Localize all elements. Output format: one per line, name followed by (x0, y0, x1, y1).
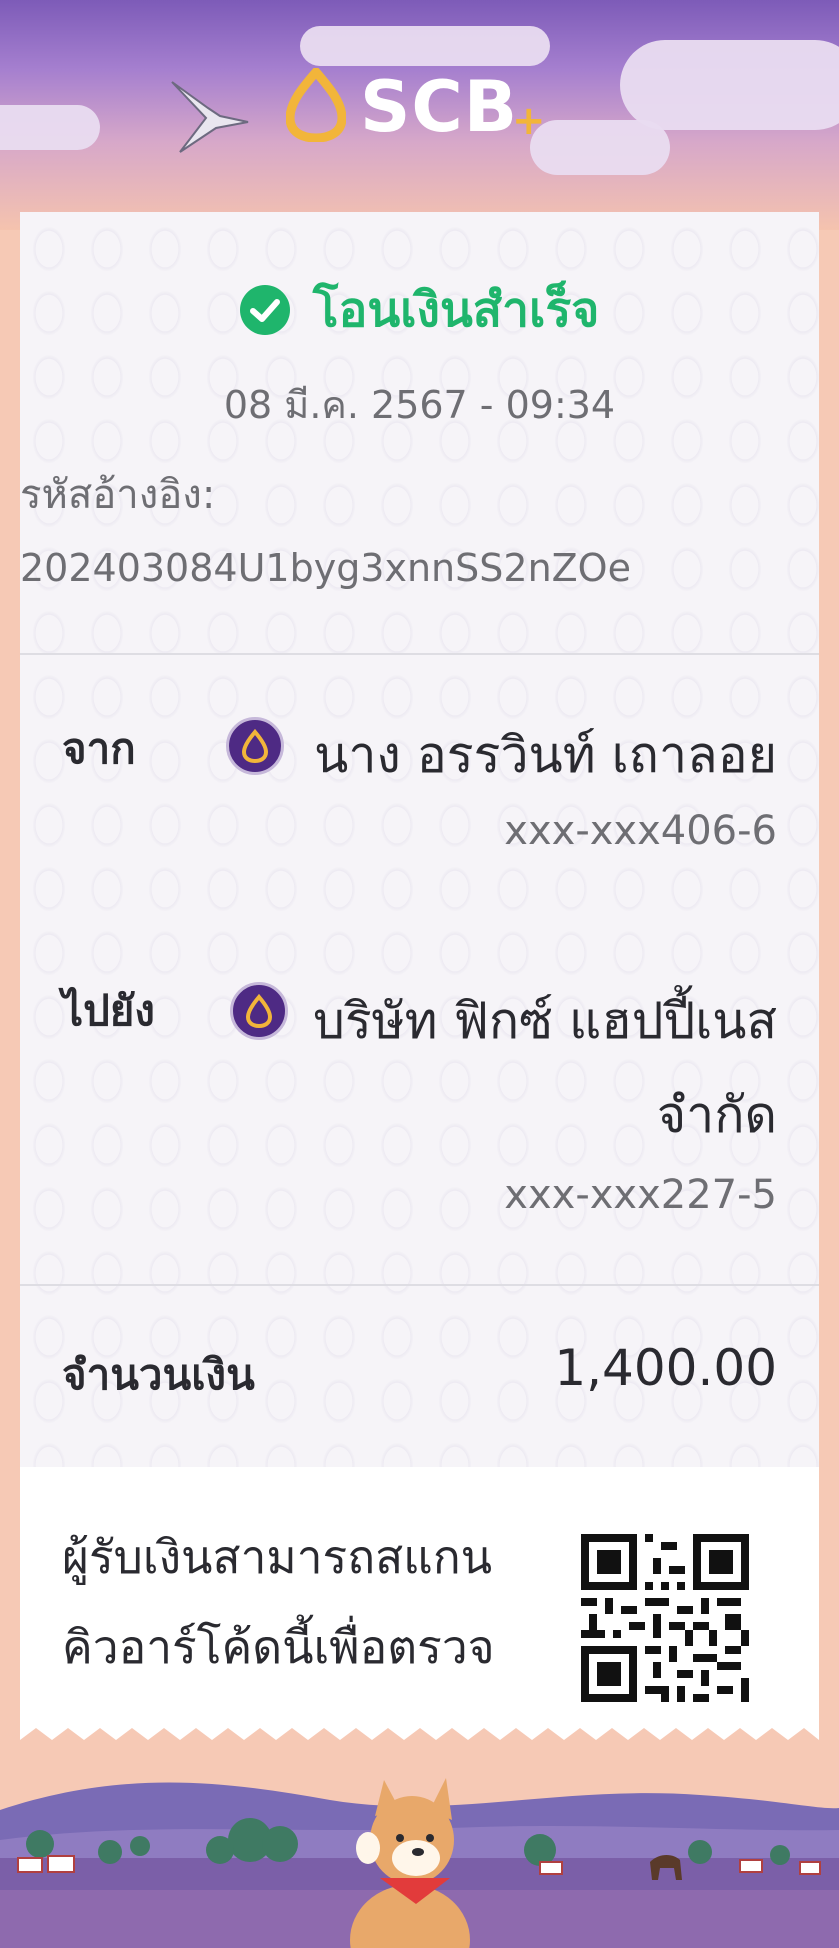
amount-value: 1,400.00 (554, 1339, 777, 1397)
reference-label: รหัสอ้างอิง: (20, 472, 216, 518)
qr-note-line1: ผู้รับเงินสามารถสแกน (62, 1530, 493, 1584)
scb-logo: SCB + (280, 62, 570, 152)
from-name: นาง อรรวินท์ เถาลอย (314, 726, 777, 784)
from-account: xxx-xxx406-6 (504, 808, 777, 854)
to-name-line2: จำกัด (656, 1086, 777, 1144)
to-account: xxx-xxx227-5 (504, 1172, 777, 1218)
brand-plus: + (512, 98, 546, 144)
qr-note: ผู้รับเงินสามารถสแกน คิวอาร์โค้ดนี้เพื่อ… (62, 1512, 542, 1692)
landscape-illustration (0, 1740, 839, 1948)
to-name-line1: บริษัท ฟิกซ์ แฮปปี้เนส (313, 992, 777, 1050)
receipt-card: โอนเงินสำเร็จ 08 มี.ค. 2567 - 09:34 รหัส… (20, 212, 819, 1742)
divider (20, 653, 819, 655)
transaction-datetime: 08 มี.ค. 2567 - 09:34 (223, 383, 616, 427)
brand-name: SCB (360, 66, 519, 148)
status-row: โอนเงินสำเร็จ (20, 272, 819, 348)
scb-logo-icon (286, 68, 346, 142)
scb-bank-icon (226, 717, 284, 775)
reference-value: 202403084U1byg3xnnSS2nZOe (20, 546, 631, 590)
header-banner: SCB + (0, 0, 839, 230)
to-label: ไปยัง (62, 986, 155, 1035)
from-label: จาก (62, 724, 136, 773)
qr-code-icon[interactable] (581, 1534, 749, 1702)
status-text: โอนเงินสำเร็จ (312, 282, 600, 338)
swallow-bird-icon (171, 81, 249, 153)
amount-label: จำนวนเงิน (62, 1350, 255, 1399)
check-circle-icon (239, 285, 290, 335)
divider (20, 1284, 819, 1286)
qr-note-line2: คิวอาร์โค้ดนี้เพื่อตรวจ (62, 1620, 495, 1674)
scb-bank-icon (230, 982, 288, 1040)
